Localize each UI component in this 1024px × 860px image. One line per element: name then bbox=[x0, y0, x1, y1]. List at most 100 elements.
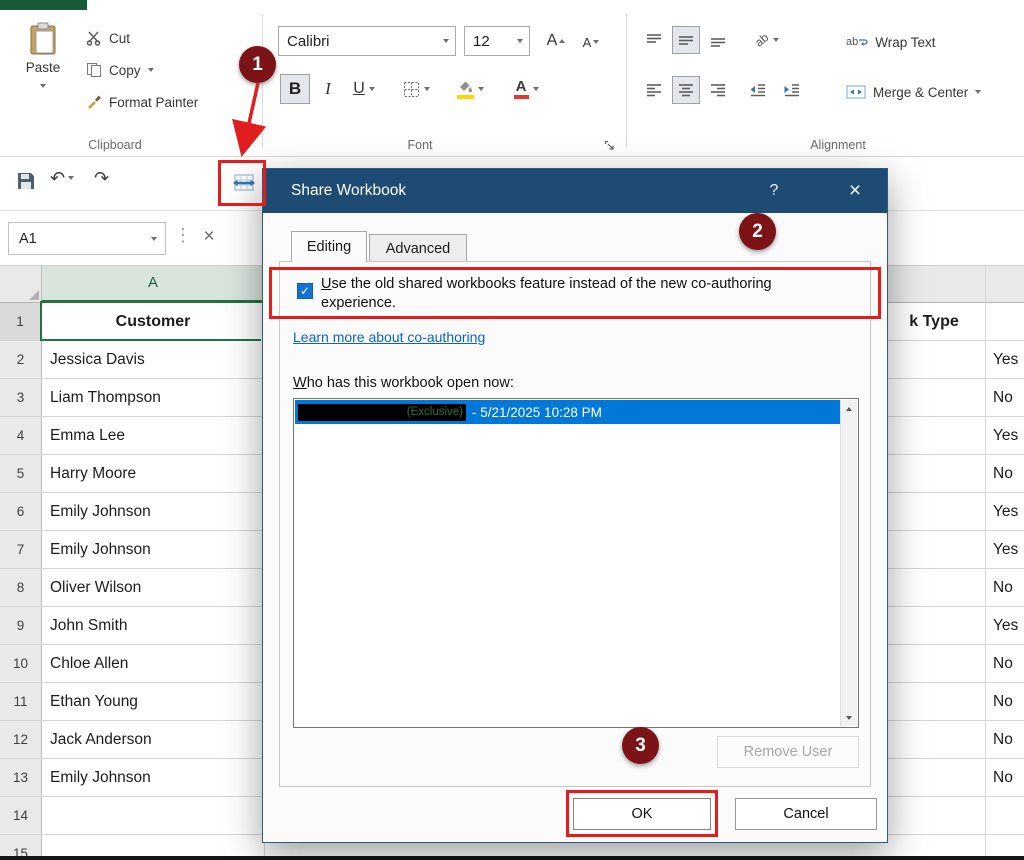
grow-font-button[interactable]: A bbox=[542, 28, 570, 54]
tab-advanced[interactable]: Advanced bbox=[369, 234, 467, 262]
align-left-button[interactable] bbox=[640, 76, 668, 104]
orientation-button[interactable]: ab bbox=[744, 26, 790, 54]
row-header-7[interactable]: 7 bbox=[0, 531, 42, 568]
cut-button[interactable]: Cut bbox=[86, 26, 130, 50]
cell-a11[interactable]: Ethan Young bbox=[42, 683, 265, 720]
dialog-title-bar[interactable]: Share Workbook bbox=[263, 169, 887, 213]
dialog-launcher-icon bbox=[604, 140, 615, 151]
cancel-button[interactable]: Cancel bbox=[735, 798, 877, 830]
share-workbook-dialog: Share Workbook ? × Editing Advanced ✓ Us… bbox=[262, 168, 888, 843]
open-users-listbox[interactable]: (Exclusive) - 5/21/2025 10:28 PM bbox=[293, 398, 859, 728]
row-header-4[interactable]: 4 bbox=[0, 417, 42, 454]
bold-button[interactable]: B bbox=[280, 74, 310, 104]
cell-a1[interactable]: Customer bbox=[42, 303, 265, 340]
cell-a5[interactable]: Harry Moore bbox=[42, 455, 265, 492]
row-header-2[interactable]: 2 bbox=[0, 341, 42, 378]
cell-right-3[interactable]: No bbox=[985, 379, 1024, 416]
dialog-help-button[interactable]: ? bbox=[759, 179, 789, 203]
save-icon bbox=[16, 171, 36, 191]
cell-right-11[interactable]: No bbox=[985, 683, 1024, 720]
name-box[interactable]: A1 bbox=[8, 222, 166, 255]
cell-right-header[interactable]: k Type bbox=[883, 303, 985, 340]
remove-user-button[interactable]: Remove User bbox=[717, 736, 859, 768]
row-header-14[interactable]: 14 bbox=[0, 797, 42, 834]
cell-right-10[interactable]: No bbox=[985, 645, 1024, 682]
row-header-3[interactable]: 3 bbox=[0, 379, 42, 416]
row-header-1[interactable]: 1 bbox=[0, 303, 42, 340]
column-header-a[interactable]: A bbox=[42, 266, 265, 302]
bottom-align-button[interactable] bbox=[704, 26, 732, 54]
row-header-6[interactable]: 6 bbox=[0, 493, 42, 530]
cell-right-12[interactable]: No bbox=[985, 721, 1024, 758]
row-header-11[interactable]: 11 bbox=[0, 683, 42, 720]
row-header-12[interactable]: 12 bbox=[0, 721, 42, 758]
redacted-user-name: (Exclusive) bbox=[298, 404, 466, 421]
font-size-combo[interactable]: 12 bbox=[464, 26, 530, 56]
format-painter-button[interactable]: Format Painter bbox=[86, 90, 198, 114]
cell-a4[interactable]: Emma Lee bbox=[42, 417, 265, 454]
fill-color-button[interactable] bbox=[446, 72, 494, 106]
align-right-button[interactable] bbox=[704, 76, 732, 104]
borders-button[interactable] bbox=[394, 74, 438, 104]
underline-button[interactable]: U bbox=[344, 74, 384, 104]
row-header-5[interactable]: 5 bbox=[0, 455, 42, 492]
font-dialog-launcher[interactable] bbox=[604, 138, 615, 156]
cell-right-4[interactable]: Yes bbox=[985, 417, 1024, 454]
cell-right-9[interactable]: Yes bbox=[985, 607, 1024, 644]
cell-right-13[interactable]: No bbox=[985, 759, 1024, 796]
learn-more-link[interactable]: Learn more about co-authoring bbox=[293, 329, 485, 345]
cell-a8[interactable]: Oliver Wilson bbox=[42, 569, 265, 606]
row-header-13[interactable]: 13 bbox=[0, 759, 42, 796]
scroll-down-icon[interactable] bbox=[841, 709, 857, 726]
cell-a7[interactable]: Emily Johnson bbox=[42, 531, 265, 568]
paste-dropdown-icon bbox=[40, 84, 46, 88]
cell-a13[interactable]: Emily Johnson bbox=[42, 759, 265, 796]
paste-button[interactable]: Paste bbox=[14, 20, 72, 120]
wrap-text-button[interactable]: ab Wrap Text bbox=[846, 30, 936, 54]
undo-button[interactable]: ↶ bbox=[50, 169, 74, 187]
center-button[interactable] bbox=[672, 76, 700, 104]
top-align-button[interactable] bbox=[640, 26, 668, 54]
user-list-item-selected[interactable]: (Exclusive) - 5/21/2025 10:28 PM bbox=[295, 400, 840, 424]
close-icon: × bbox=[849, 179, 861, 203]
tab-editing[interactable]: Editing bbox=[291, 231, 367, 262]
merge-center-button[interactable]: Merge & Center bbox=[846, 80, 981, 104]
undo-icon: ↶ bbox=[50, 169, 65, 187]
cell-a9[interactable]: John Smith bbox=[42, 607, 265, 644]
cell-right-8[interactable]: No bbox=[985, 569, 1024, 606]
middle-align-button[interactable] bbox=[672, 26, 700, 54]
select-all-corner[interactable] bbox=[0, 266, 42, 302]
row-header-10[interactable]: 10 bbox=[0, 645, 42, 682]
cell-a12[interactable]: Jack Anderson bbox=[42, 721, 265, 758]
row-header-8[interactable]: 8 bbox=[0, 569, 42, 606]
cell-right-6[interactable]: Yes bbox=[985, 493, 1024, 530]
cell-a14[interactable] bbox=[42, 797, 265, 834]
cell-right-5[interactable]: No bbox=[985, 455, 1024, 492]
cell-right-2[interactable]: Yes bbox=[985, 341, 1024, 378]
cell-a6[interactable]: Emily Johnson bbox=[42, 493, 265, 530]
cell-a3[interactable]: Liam Thompson bbox=[42, 379, 265, 416]
font-size-dropdown-icon bbox=[517, 39, 523, 43]
font-color-button[interactable]: A bbox=[504, 72, 548, 106]
row-header-9[interactable]: 9 bbox=[0, 607, 42, 644]
ok-button[interactable]: OK bbox=[573, 798, 711, 830]
italic-button[interactable]: I bbox=[316, 74, 340, 104]
who-has-workbook-label: Who has this workbook open now: bbox=[293, 375, 514, 391]
cell-a2[interactable]: Jessica Davis bbox=[42, 341, 265, 378]
font-name-combo[interactable]: Calibri bbox=[278, 26, 456, 56]
shrink-font-button[interactable]: A bbox=[578, 30, 604, 54]
formula-cancel-button[interactable]: × bbox=[196, 223, 222, 251]
cell-a10[interactable]: Chloe Allen bbox=[42, 645, 265, 682]
copy-button[interactable]: Copy bbox=[86, 58, 154, 82]
increase-indent-button[interactable] bbox=[778, 76, 806, 104]
fill-color-dropdown-icon bbox=[478, 87, 484, 91]
listbox-scrollbar[interactable] bbox=[840, 400, 857, 726]
use-old-shared-workbooks-checkbox[interactable]: ✓ bbox=[297, 283, 313, 299]
decrease-indent-button[interactable] bbox=[744, 76, 772, 104]
scroll-up-icon[interactable] bbox=[841, 400, 857, 417]
cell-right-7[interactable]: Yes bbox=[985, 531, 1024, 568]
dialog-close-button[interactable]: × bbox=[837, 177, 873, 205]
save-button[interactable] bbox=[12, 167, 40, 195]
share-workbook-legacy-button[interactable] bbox=[224, 163, 264, 203]
redo-button[interactable]: ↷ bbox=[94, 169, 109, 187]
